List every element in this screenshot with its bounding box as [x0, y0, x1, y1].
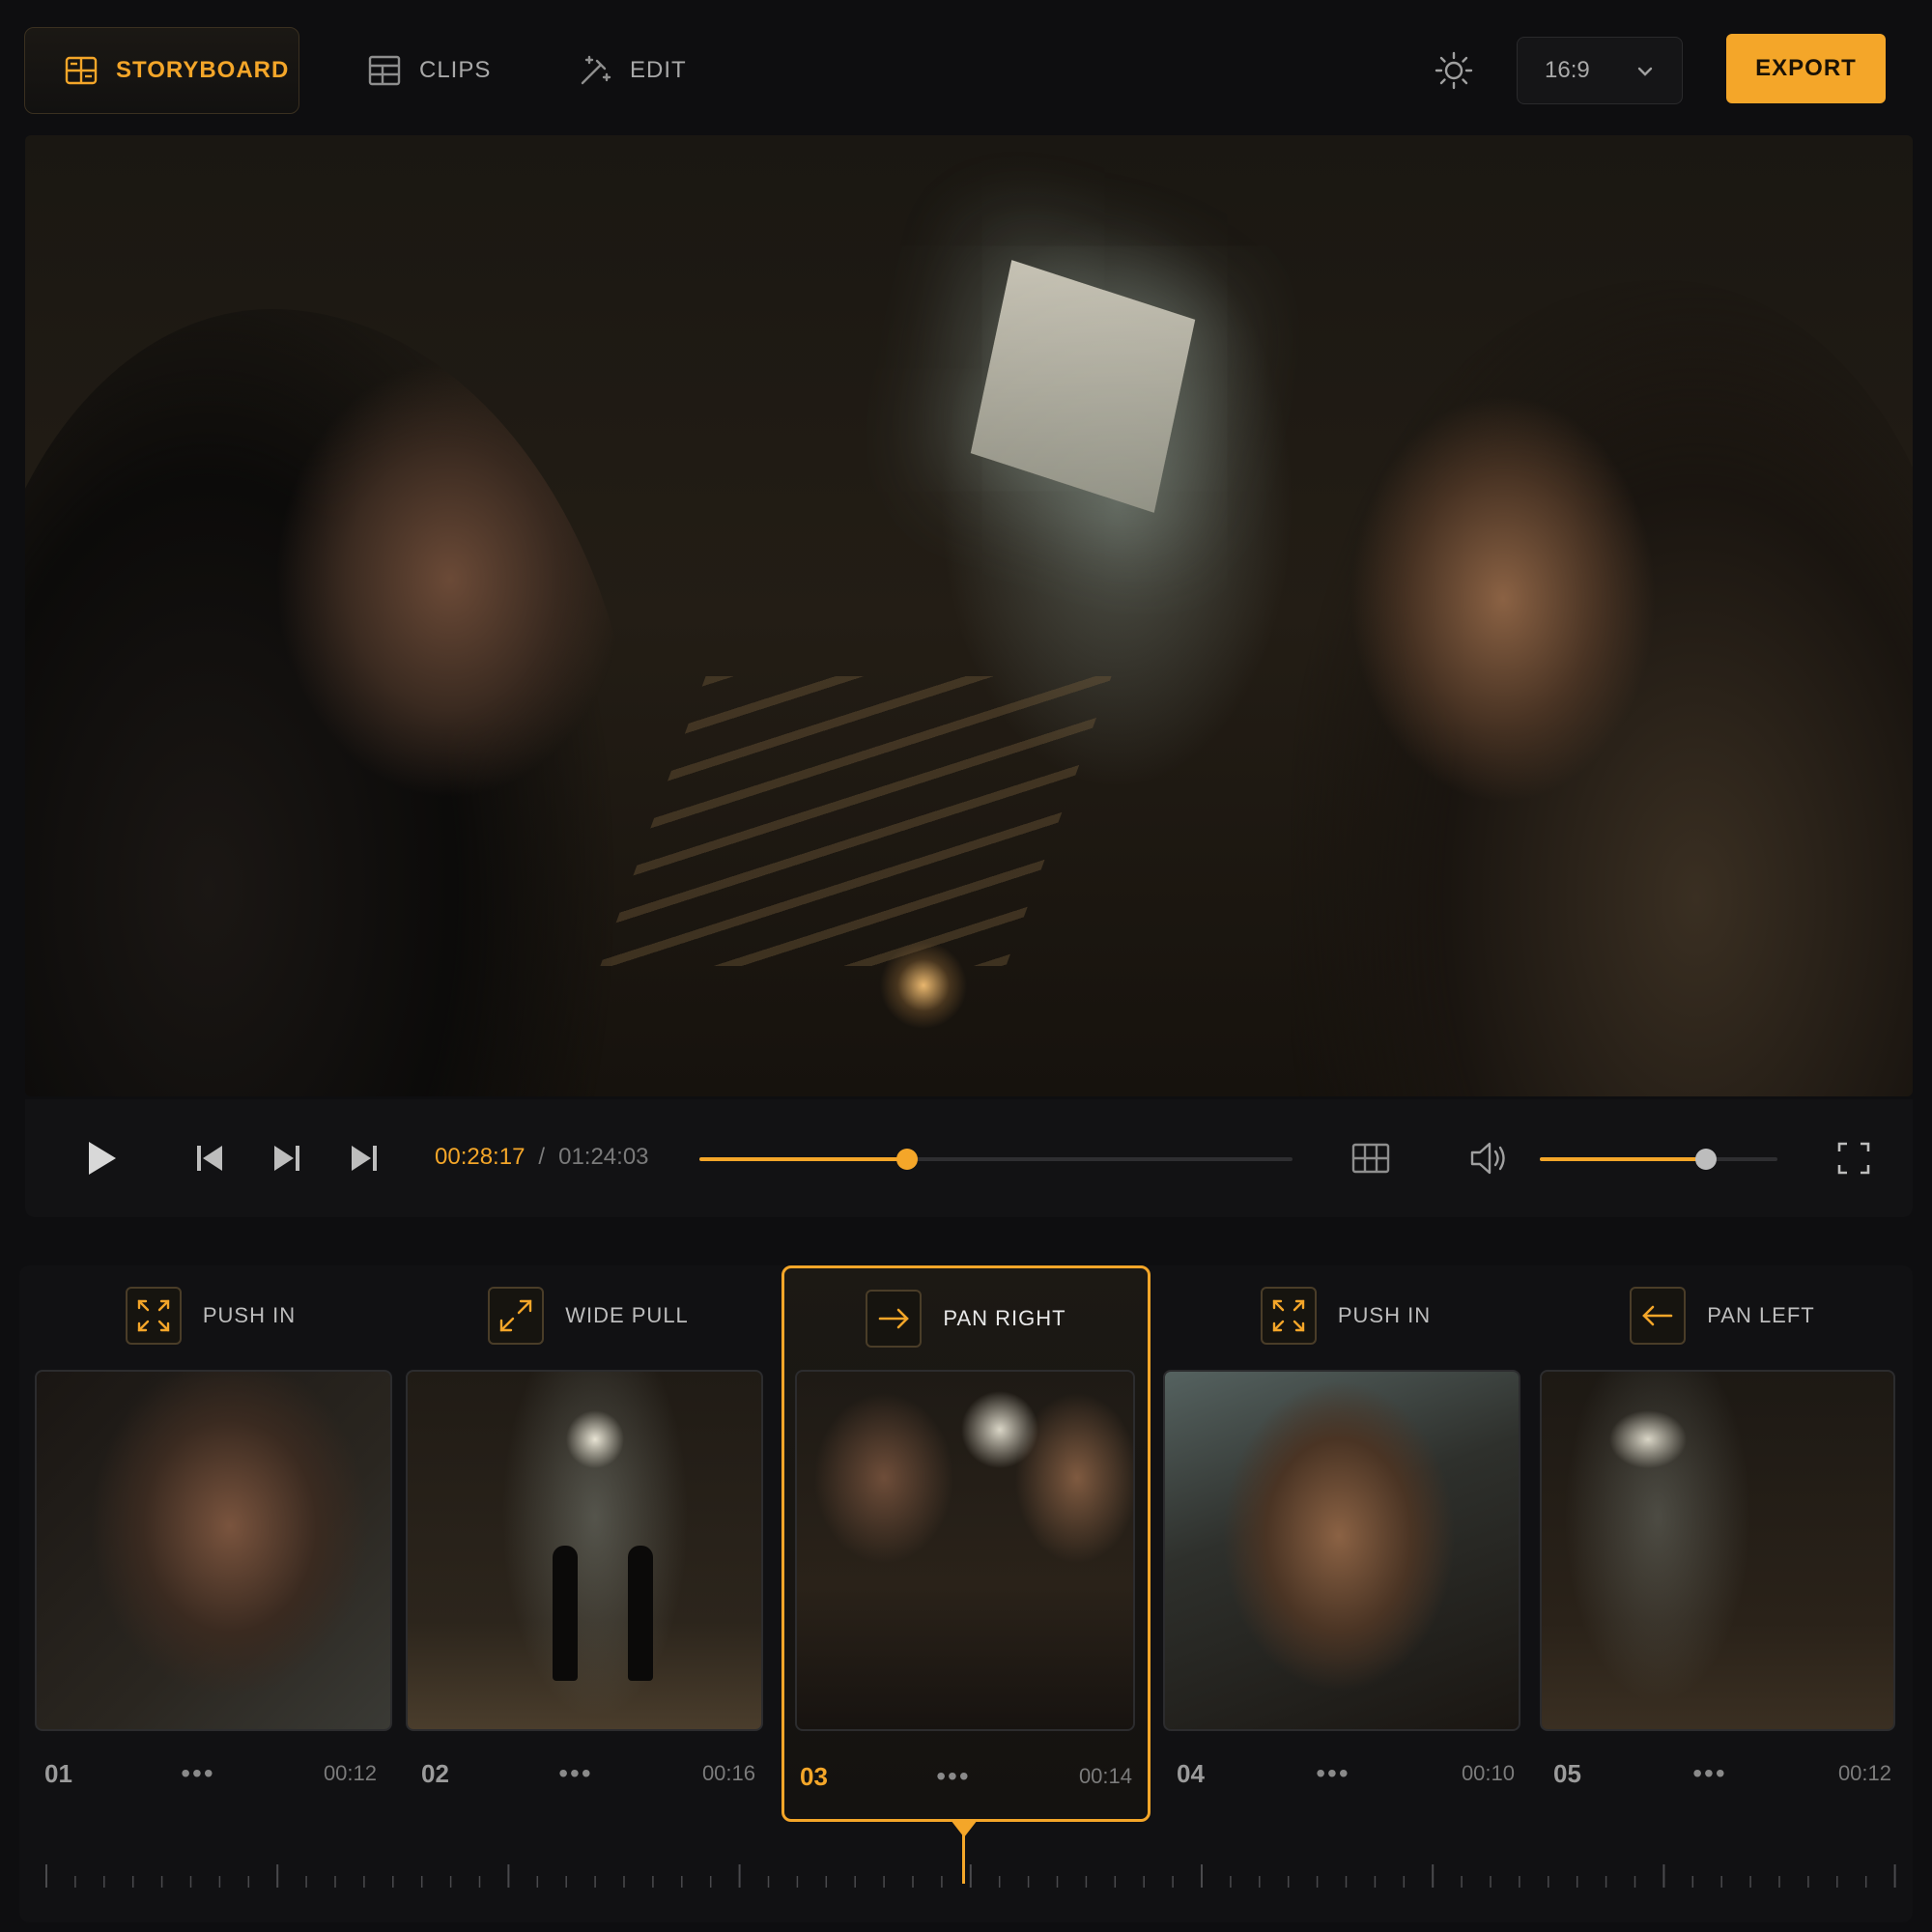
aspect-ratio-value: 16:9	[1545, 57, 1590, 83]
shot-meta: 04 ••• 00:10	[1177, 1756, 1515, 1791]
timecode: 00:28:17 / 01:24:03	[435, 1144, 649, 1171]
scene-skylight	[970, 260, 1196, 513]
progress-slider[interactable]	[699, 1149, 1293, 1170]
video-preview[interactable]	[25, 135, 1913, 1096]
brightness-icon[interactable]	[1434, 50, 1474, 91]
camera-move: WIDE PULL	[406, 1287, 771, 1345]
wide-pull-icon	[488, 1287, 545, 1345]
scene-stairs	[600, 676, 1112, 966]
tab-label: STORYBOARD	[116, 57, 290, 83]
camera-move-label: PAN RIGHT	[943, 1306, 1066, 1330]
figure-silhouette	[553, 1546, 578, 1681]
shot-duration: 00:10	[1461, 1761, 1515, 1785]
camera-move-label: WIDE PULL	[565, 1303, 689, 1327]
transport-bar: 00:28:17 / 01:24:03	[25, 1099, 1913, 1217]
shot-thumbnail[interactable]	[795, 1370, 1135, 1731]
camera-move-label: PUSH IN	[1337, 1303, 1432, 1327]
shot-meta: 03 ••• 00:14	[800, 1759, 1132, 1794]
shot-duration: 00:16	[701, 1761, 755, 1785]
progress-fill	[699, 1157, 907, 1161]
top-bar: STORYBOARD CLIPS EDIT 16:9 EXPORT	[0, 0, 1932, 135]
play-icon[interactable]	[81, 1138, 122, 1179]
camera-move-label: PAN LEFT	[1707, 1303, 1815, 1327]
clips-grid-icon	[368, 55, 401, 86]
arrow-left-icon	[1630, 1287, 1687, 1345]
progress-thumb[interactable]	[895, 1149, 918, 1170]
shot-card-03[interactable]: PAN RIGHT 03 ••• 00:14	[781, 1265, 1151, 1822]
tab-label: EDIT	[630, 57, 687, 83]
more-options-icon[interactable]: •••	[936, 1763, 970, 1790]
shot-thumbnail[interactable]	[406, 1370, 763, 1731]
figure-silhouette	[628, 1546, 653, 1681]
tab-clips[interactable]: CLIPS	[367, 27, 491, 114]
push-in-icon	[1260, 1287, 1317, 1345]
scene-figure-right	[1291, 280, 1913, 1096]
shot-card-04[interactable]: PUSH IN 04 ••• 00:10	[1161, 1265, 1530, 1822]
camera-move: PAN RIGHT	[784, 1290, 1148, 1348]
time-separator: /	[538, 1144, 546, 1170]
shot-meta: 05 ••• 00:12	[1553, 1756, 1891, 1791]
fullscreen-icon[interactable]	[1833, 1138, 1874, 1179]
scene-figure-left	[25, 309, 643, 1096]
step-forward-icon[interactable]	[267, 1138, 307, 1179]
more-options-icon[interactable]: •••	[181, 1760, 214, 1787]
shot-duration: 00:12	[323, 1761, 377, 1785]
timeline-ruler[interactable]	[43, 1862, 1897, 1889]
tab-edit[interactable]: EDIT	[578, 27, 687, 114]
camera-move: PUSH IN	[1161, 1287, 1530, 1345]
aspect-ratio-select[interactable]: 16:9	[1517, 37, 1683, 104]
tab-label: CLIPS	[419, 57, 492, 83]
total-time: 01:24:03	[558, 1144, 649, 1170]
storyboard-icon	[65, 56, 98, 85]
volume-slider[interactable]	[1540, 1149, 1777, 1170]
shot-duration: 00:14	[1078, 1764, 1132, 1788]
shot-number: 04	[1177, 1758, 1205, 1788]
shot-meta: 01 ••• 00:12	[44, 1756, 377, 1791]
shot-meta: 02 ••• 00:16	[421, 1756, 755, 1791]
push-in-icon	[125, 1287, 182, 1345]
more-options-icon[interactable]: •••	[1692, 1760, 1726, 1787]
shot-card-01[interactable]: PUSH IN 01 ••• 00:12	[29, 1265, 392, 1822]
volume-thumb[interactable]	[1695, 1149, 1718, 1170]
shot-thumbnail[interactable]	[1540, 1370, 1895, 1731]
shot-duration: 00:12	[1837, 1761, 1891, 1785]
more-options-icon[interactable]: •••	[558, 1760, 592, 1787]
tab-storyboard[interactable]: STORYBOARD	[24, 27, 299, 114]
camera-move-label: PUSH IN	[202, 1303, 297, 1327]
magic-wand-icon	[581, 55, 611, 85]
shot-number: 05	[1553, 1758, 1581, 1788]
arrow-right-icon	[866, 1290, 923, 1348]
volume-fill	[1540, 1157, 1707, 1161]
shot-number: 02	[421, 1758, 449, 1788]
chevron-down-icon	[1637, 67, 1653, 76]
export-button[interactable]: EXPORT	[1726, 34, 1886, 103]
shot-thumbnail[interactable]	[35, 1370, 392, 1731]
shot-card-05[interactable]: PAN LEFT 05 ••• 00:12	[1538, 1265, 1907, 1822]
shot-card-02[interactable]: WIDE PULL 02 ••• 00:16	[406, 1265, 771, 1822]
skip-to-start-icon[interactable]	[189, 1138, 230, 1179]
shot-number: 01	[44, 1758, 72, 1788]
shot-number: 03	[800, 1761, 828, 1791]
playhead-marker-icon[interactable]	[951, 1820, 978, 1837]
skip-to-end-icon[interactable]	[344, 1138, 384, 1179]
current-time: 00:28:17	[435, 1144, 526, 1170]
volume-icon[interactable]	[1468, 1138, 1509, 1179]
shot-thumbnail[interactable]	[1163, 1370, 1520, 1731]
grid-overlay-icon[interactable]	[1350, 1138, 1391, 1179]
camera-move: PUSH IN	[29, 1287, 392, 1345]
camera-move: PAN LEFT	[1538, 1287, 1907, 1345]
more-options-icon[interactable]: •••	[1316, 1760, 1350, 1787]
